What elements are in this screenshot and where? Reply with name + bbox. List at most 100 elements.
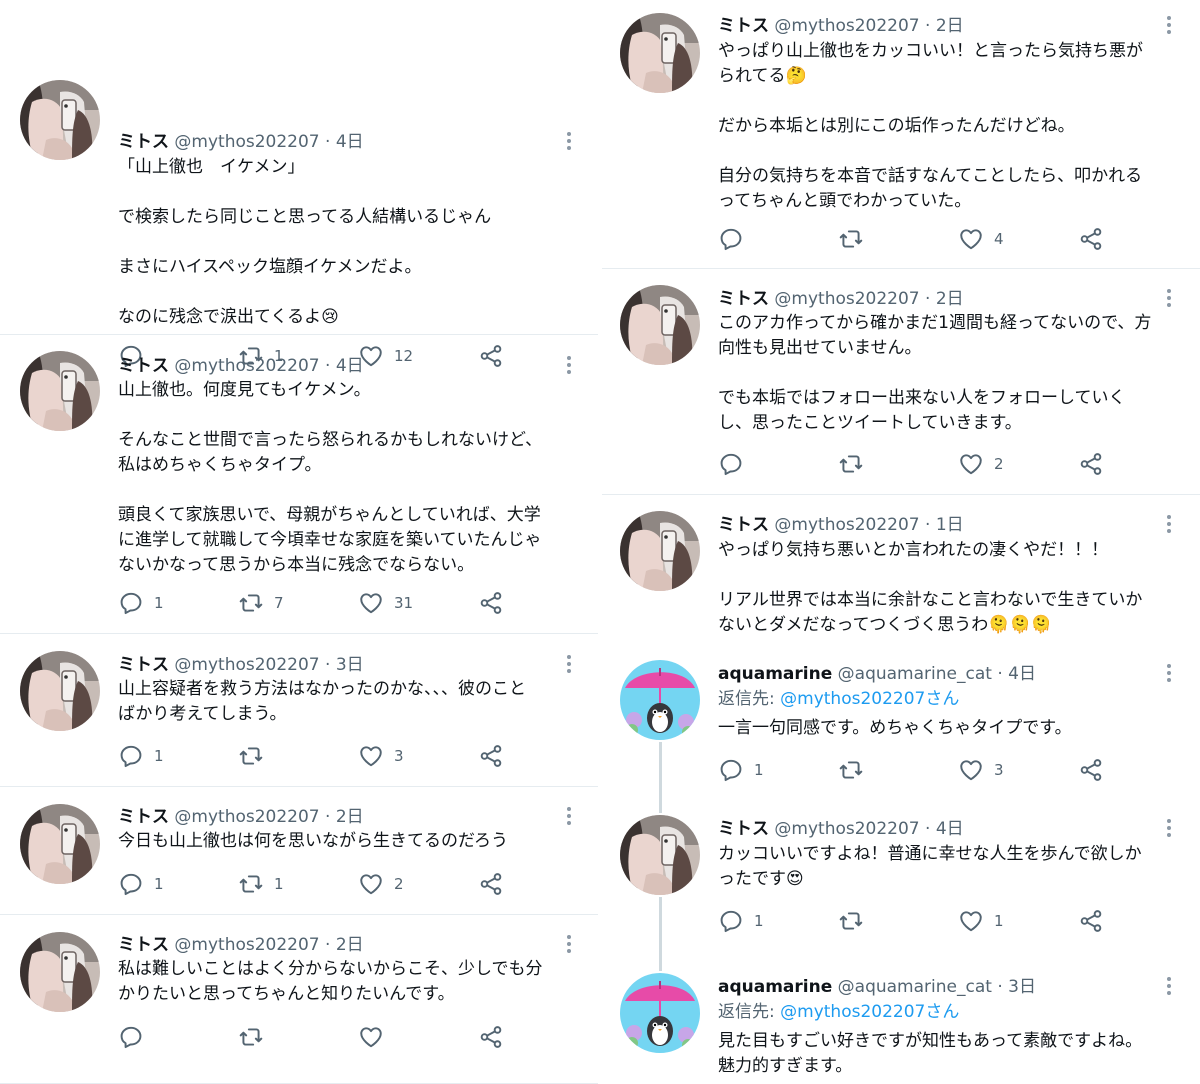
like-button[interactable]: 4 [958, 225, 1004, 253]
tweet[interactable]: ミトス @mythos202207 · 4日 カッコいいですよね！普通に幸せな人生… [600, 789, 1200, 957]
replying-to-mention[interactable]: @mythos202207さん [780, 689, 959, 709]
timestamp[interactable]: 4日 [936, 819, 964, 839]
share-button[interactable] [478, 1023, 504, 1051]
display-name[interactable]: ミトス [118, 935, 169, 955]
avatar[interactable] [20, 80, 100, 160]
reply-button[interactable]: 1 [718, 756, 764, 784]
user-handle[interactable]: @mythos202207 [774, 16, 919, 36]
timestamp[interactable]: 2日 [936, 16, 964, 36]
more-icon[interactable] [564, 132, 574, 152]
share-button[interactable] [478, 589, 504, 617]
display-name[interactable]: aquamarine [718, 664, 832, 684]
share-button[interactable] [1078, 756, 1104, 784]
reply-button[interactable] [718, 450, 754, 478]
share-button[interactable] [1078, 907, 1104, 935]
timestamp[interactable]: 4日 [336, 356, 364, 376]
replying-to-mention[interactable]: @mythos202207さん [780, 1002, 959, 1022]
more-icon[interactable] [1164, 289, 1174, 309]
avatar[interactable] [20, 351, 100, 431]
more-icon[interactable] [1164, 977, 1174, 997]
timestamp[interactable]: 3日 [336, 655, 364, 675]
user-handle[interactable]: @mythos202207 [774, 819, 919, 839]
retweet-button[interactable] [838, 907, 874, 935]
user-handle[interactable]: @mythos202207 [774, 515, 919, 535]
reply-button[interactable] [718, 225, 754, 253]
display-name[interactable]: ミトス [118, 356, 169, 376]
more-icon[interactable] [564, 655, 574, 675]
reply-button[interactable] [118, 1023, 154, 1051]
display-name[interactable]: ミトス [718, 819, 769, 839]
avatar[interactable] [620, 973, 700, 1053]
timestamp[interactable]: 2日 [936, 289, 964, 309]
more-icon[interactable] [1164, 819, 1174, 839]
avatar[interactable] [620, 511, 700, 591]
avatar[interactable] [620, 815, 700, 895]
display-name[interactable]: ミトス [718, 16, 769, 36]
more-icon[interactable] [1164, 515, 1174, 535]
more-icon[interactable] [1164, 664, 1174, 684]
more-icon[interactable] [564, 807, 574, 827]
display-name[interactable]: aquamarine [718, 977, 832, 997]
retweet-button[interactable]: 1 [238, 870, 284, 898]
tweet[interactable]: ミトス @mythos202207 · 2日 私は難しいことはよく分からないからこ… [0, 915, 600, 1084]
tweet[interactable]: ミトス @mythos202207 · 2日 やっぱり山上徹也をカッコいい！と言っ… [600, 0, 1200, 269]
retweet-button[interactable] [838, 756, 874, 784]
user-handle[interactable]: @mythos202207 [174, 132, 319, 152]
display-name[interactable]: ミトス [718, 289, 769, 309]
like-button[interactable]: 3 [958, 756, 1004, 784]
tweet[interactable]: aquamarine @aquamarine_cat · 4日 返信先: @myt… [600, 644, 1200, 789]
share-button[interactable] [1078, 225, 1104, 253]
like-button[interactable] [358, 1023, 394, 1051]
more-icon[interactable] [564, 935, 574, 955]
user-handle[interactable]: @aquamarine_cat [838, 977, 992, 997]
tweet[interactable]: ミトス @mythos202207 · 1日 やっぱり気持ち悪いとか言われたの凄く… [600, 495, 1200, 644]
tweet[interactable]: ミトス @mythos202207 · 3日 山上容疑者を救う方法はなかったのかな… [0, 634, 600, 787]
user-handle[interactable]: @mythos202207 [174, 935, 319, 955]
avatar[interactable] [620, 13, 700, 93]
like-button[interactable]: 1 [958, 907, 1004, 935]
like-button[interactable]: 2 [958, 450, 1004, 478]
user-handle[interactable]: @mythos202207 [174, 356, 319, 376]
tweet[interactable]: ミトス @mythos202207 · 2日 このアカ作ってから確かまだ1週間も経… [600, 269, 1200, 495]
share-button[interactable] [478, 742, 504, 770]
share-button[interactable] [1078, 450, 1104, 478]
user-handle[interactable]: @aquamarine_cat [838, 664, 992, 684]
retweet-button[interactable] [238, 742, 274, 770]
retweet-button[interactable] [838, 225, 874, 253]
retweet-button[interactable] [238, 1023, 274, 1051]
reply-button[interactable]: 1 [118, 589, 164, 617]
like-button[interactable]: 2 [358, 870, 404, 898]
retweet-button[interactable] [838, 450, 874, 478]
display-name[interactable]: ミトス [118, 132, 169, 152]
timestamp[interactable]: 3日 [1008, 977, 1036, 997]
timestamp[interactable]: 4日 [1008, 664, 1036, 684]
display-name[interactable]: ミトス [718, 515, 769, 535]
like-button[interactable]: 3 [358, 742, 404, 770]
display-name[interactable]: ミトス [118, 807, 169, 827]
avatar[interactable] [20, 932, 100, 1012]
avatar[interactable] [620, 285, 700, 365]
timestamp[interactable]: 2日 [336, 807, 364, 827]
user-handle[interactable]: @mythos202207 [174, 807, 319, 827]
share-button[interactable] [478, 870, 504, 898]
user-handle[interactable]: @mythos202207 [774, 289, 919, 309]
timestamp[interactable]: 2日 [336, 935, 364, 955]
tweet[interactable]: ミトス @mythos202207 · 4日 「山上徹也 イケメン」 で検索したら… [0, 53, 600, 335]
more-icon[interactable] [1164, 16, 1174, 36]
timestamp[interactable]: 4日 [336, 132, 364, 152]
reply-button[interactable]: 1 [718, 907, 764, 935]
timestamp[interactable]: 1日 [936, 515, 964, 535]
avatar[interactable] [20, 804, 100, 884]
like-button[interactable]: 31 [358, 589, 413, 617]
display-name[interactable]: ミトス [118, 655, 169, 675]
tweet[interactable]: aquamarine @aquamarine_cat · 3日 返信先: @myt… [600, 957, 1200, 1084]
reply-button[interactable]: 1 [118, 870, 164, 898]
avatar[interactable] [20, 651, 100, 731]
retweet-button[interactable]: 7 [238, 589, 284, 617]
user-handle[interactable]: @mythos202207 [174, 655, 319, 675]
more-icon[interactable] [564, 356, 574, 376]
avatar[interactable] [620, 660, 700, 740]
tweet[interactable]: ミトス @mythos202207 · 4日 山上徹也。何度見てもイケメン。 そん… [0, 335, 600, 634]
tweet[interactable]: ミトス @mythos202207 · 2日 今日も山上徹也は何を思いながら生きて… [0, 787, 600, 915]
reply-button[interactable]: 1 [118, 742, 164, 770]
